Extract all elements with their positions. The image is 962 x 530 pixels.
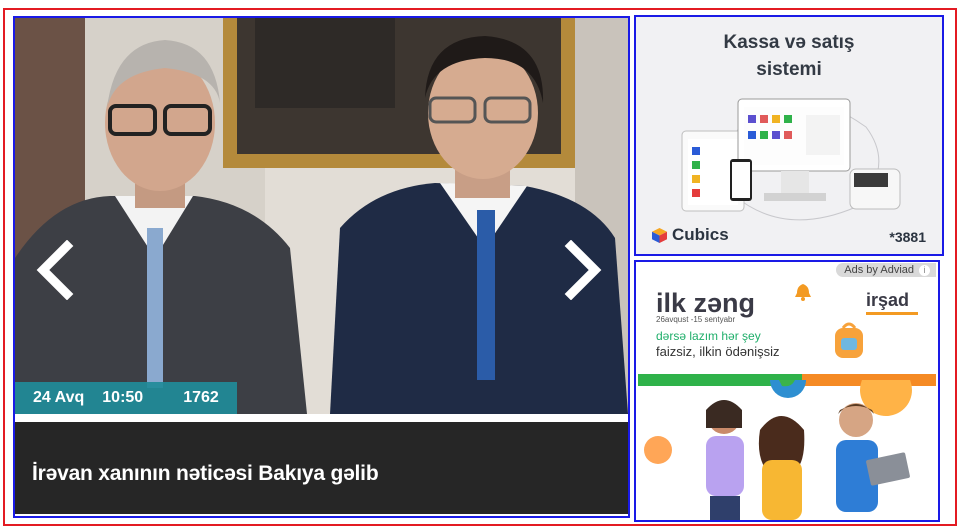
students-illustration xyxy=(644,380,912,520)
ad-cubics-title-line2: sistemi xyxy=(756,59,822,80)
ad-irshad-dates: 26avqust -15 sentyabr xyxy=(656,315,736,324)
slide-caption[interactable]: İrəvan xanının nəticəsi Bakıya gəlib xyxy=(32,462,379,486)
slider-prev-button[interactable] xyxy=(35,239,75,301)
slide-time: 10:50 xyxy=(102,389,144,406)
ad-cubics-title-line1: Kassa və satış xyxy=(723,32,855,53)
ad-cubics-brand-name: Cubics xyxy=(672,225,729,244)
pos-devices-illustration xyxy=(681,98,901,221)
slide-photo[interactable] xyxy=(15,18,628,414)
chevron-left-icon xyxy=(36,239,74,301)
cubics-logo-icon xyxy=(652,227,667,243)
ad-banner-irshad[interactable]: Ads by Adviad i ilk zəng irşad 26avqust … xyxy=(634,260,940,522)
chevron-right-icon xyxy=(564,239,602,301)
news-slider[interactable]: 24 Avq 10:50 1762 İrəvan xanının nəticəs… xyxy=(13,16,630,518)
ad-cubics-title: Kassa və satış sistemi xyxy=(636,29,942,83)
ads-by-label: Ads by Adviad xyxy=(844,264,914,276)
info-icon[interactable]: i xyxy=(919,264,930,276)
slide-meta-bar: 24 Avq 10:50 1762 xyxy=(15,382,237,414)
backpack-icon xyxy=(835,322,863,358)
ad-cubics-shortcode: *3881 xyxy=(889,229,926,245)
ads-by-adviad-badge[interactable]: Ads by Adviad i xyxy=(836,263,936,277)
ad-irshad-brand-underline xyxy=(866,312,918,315)
ad-irshad-line2: faizsiz, ilkin ödənişsiz xyxy=(656,344,780,359)
slide-views: 1762 xyxy=(183,389,219,406)
ad-irshad-line1: dərsə lazım hər şey xyxy=(656,329,761,343)
ad-banner-cubics[interactable]: Kassa və satış sistemi Cubics *3881 xyxy=(634,15,944,256)
bell-icon xyxy=(795,284,811,301)
ad-irshad-brand: irşad xyxy=(866,290,910,310)
slider-next-button[interactable] xyxy=(563,239,603,301)
slide-caption-bar[interactable]: İrəvan xanının nəticəsi Bakıya gəlib xyxy=(15,422,628,514)
ad-cubics-brand: Cubics xyxy=(652,225,729,245)
slide-date: 24 Avq xyxy=(33,389,85,406)
